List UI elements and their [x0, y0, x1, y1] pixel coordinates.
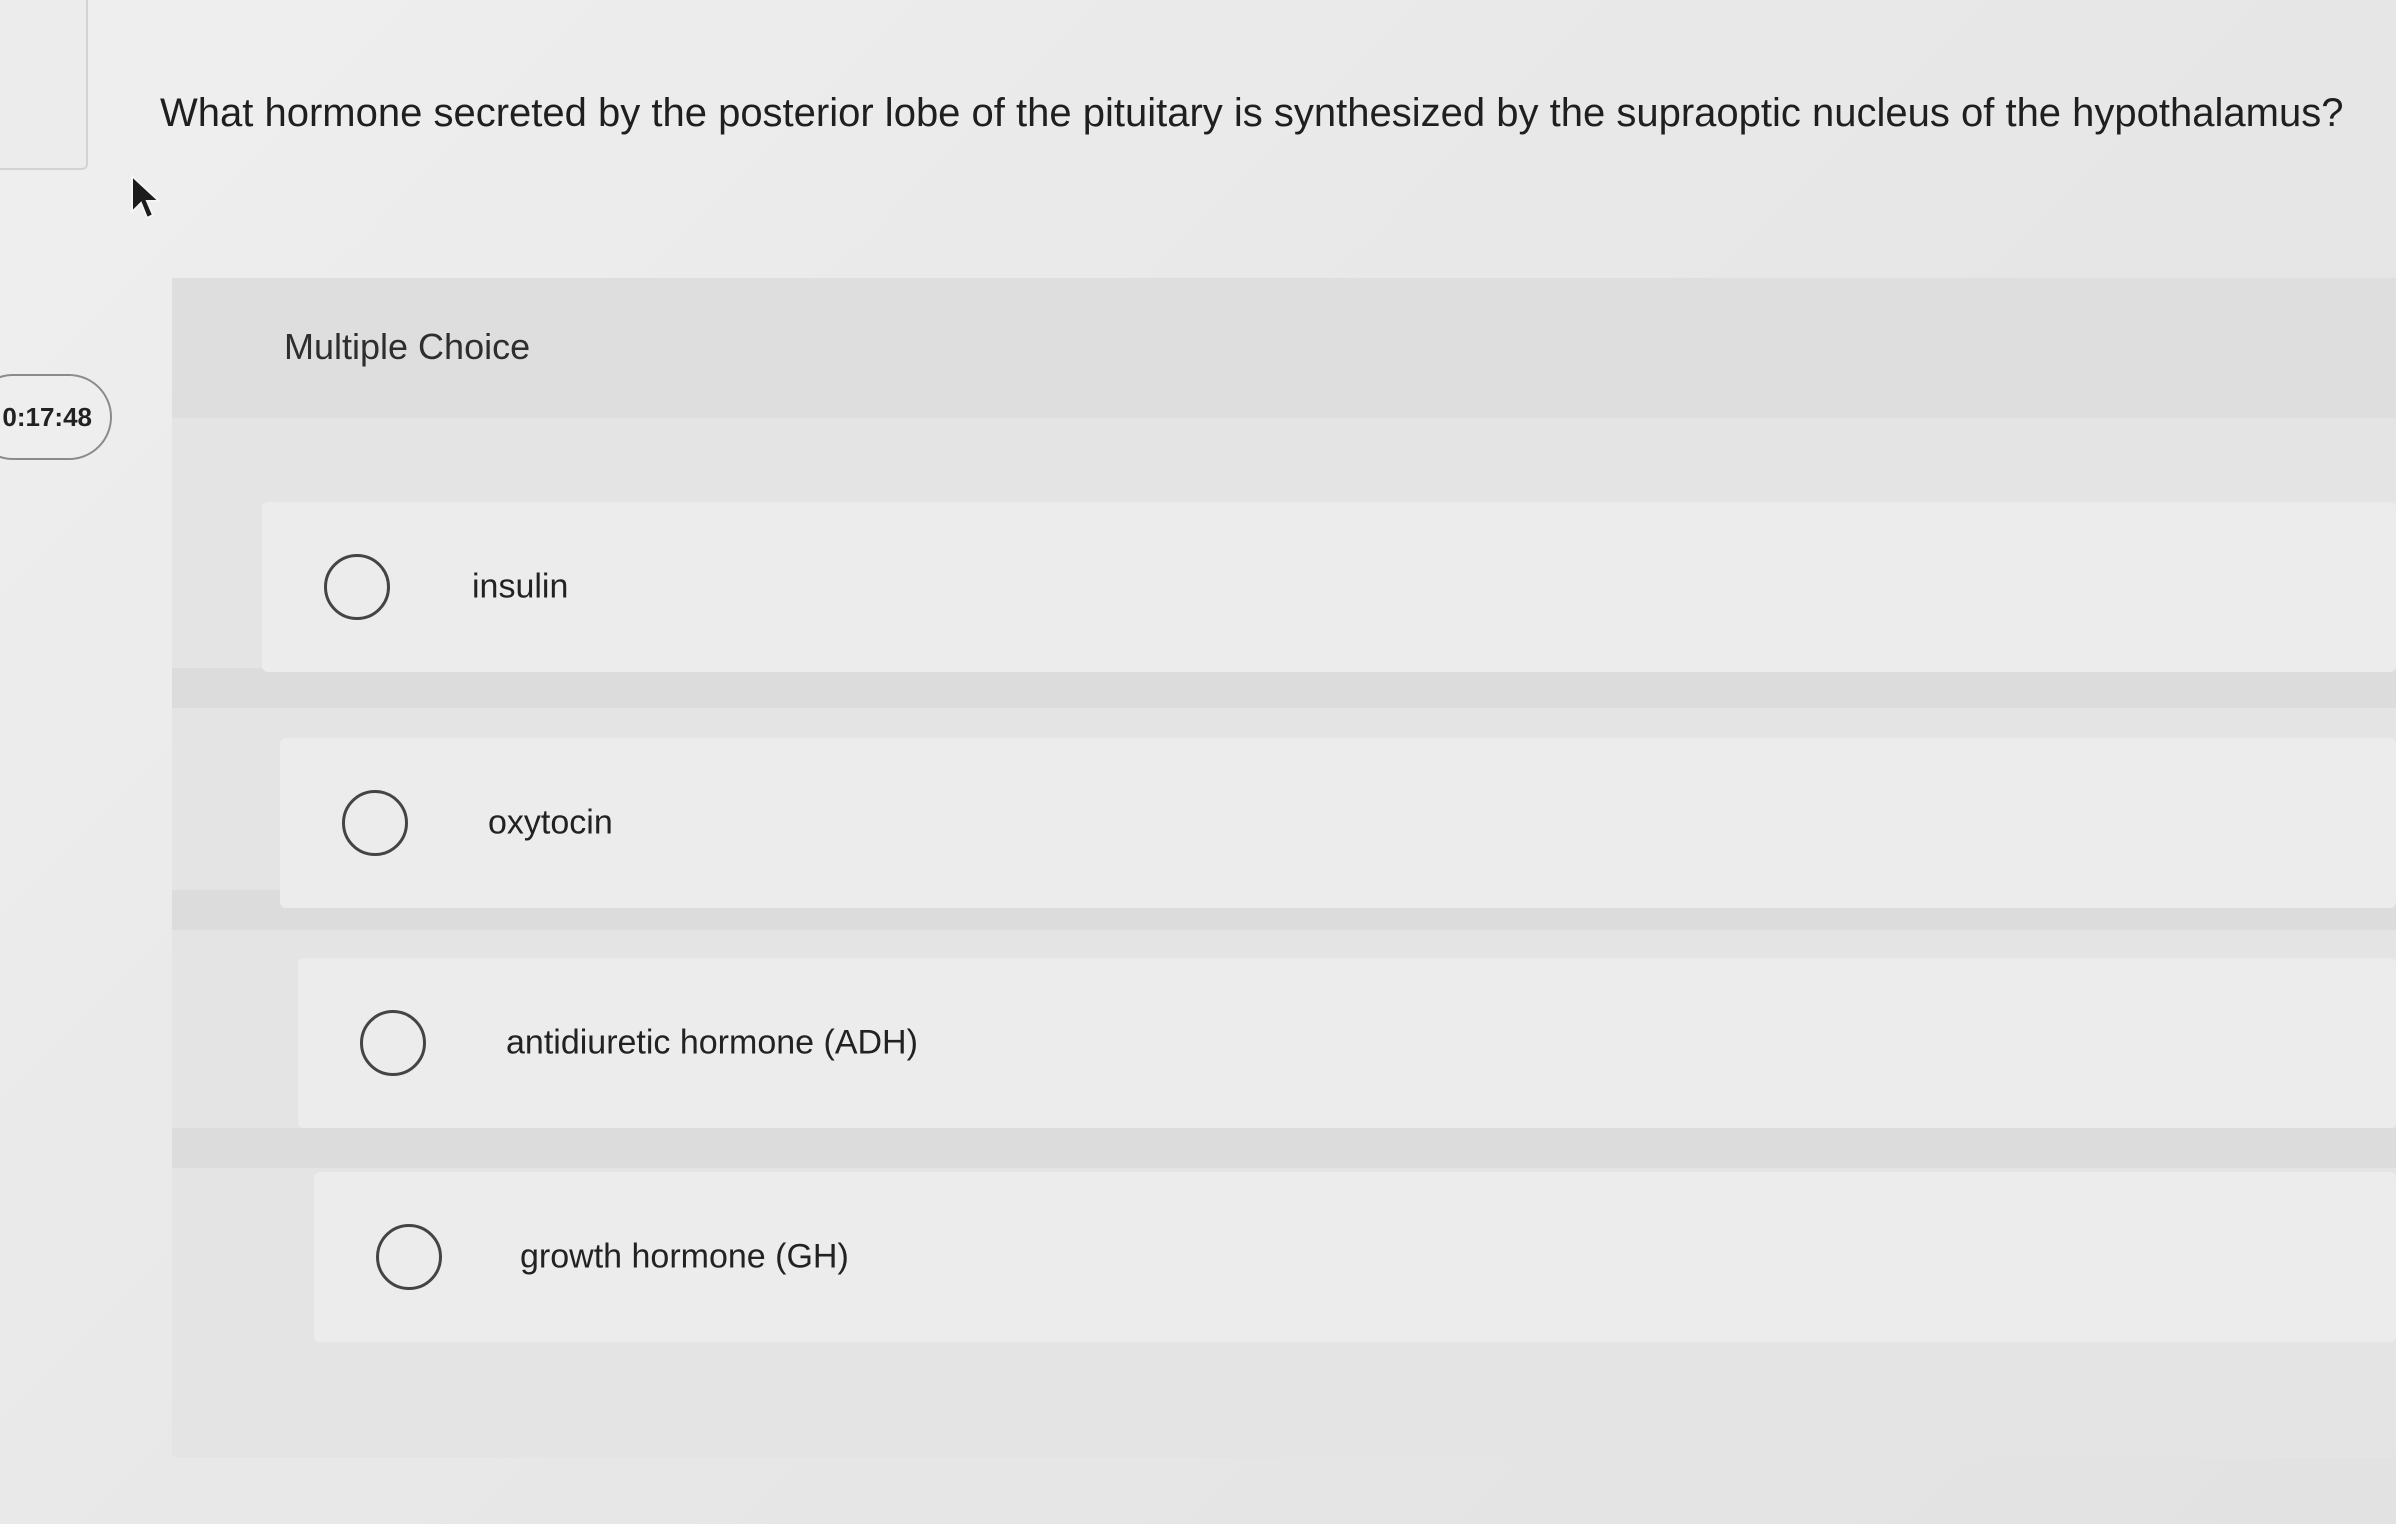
- timer-badge[interactable]: 0:17:48: [0, 374, 112, 460]
- previous-panel-edge: [0, 0, 88, 170]
- radio-button[interactable]: [360, 1010, 426, 1076]
- radio-button[interactable]: [342, 790, 408, 856]
- timer-value: 0:17:48: [2, 401, 92, 432]
- radio-button[interactable]: [324, 554, 390, 620]
- option-insulin[interactable]: insulin: [262, 502, 2396, 672]
- option-label: antidiuretic hormone (ADH): [506, 1023, 918, 1062]
- option-growth-hormone[interactable]: growth hormone (GH): [314, 1172, 2396, 1342]
- question-type-label: Multiple Choice: [284, 326, 531, 367]
- option-label: insulin: [472, 567, 569, 606]
- option-divider: [172, 668, 2396, 708]
- option-label: oxytocin: [488, 803, 613, 842]
- question-text: What hormone secreted by the posterior l…: [160, 91, 2344, 135]
- mouse-cursor-icon: [131, 174, 162, 220]
- option-label: growth hormone (GH): [520, 1237, 849, 1276]
- option-divider: [172, 1128, 2396, 1168]
- radio-button[interactable]: [376, 1224, 442, 1290]
- option-antidiuretic-hormone[interactable]: antidiuretic hormone (ADH): [298, 958, 2396, 1128]
- option-oxytocin[interactable]: oxytocin: [280, 738, 2396, 908]
